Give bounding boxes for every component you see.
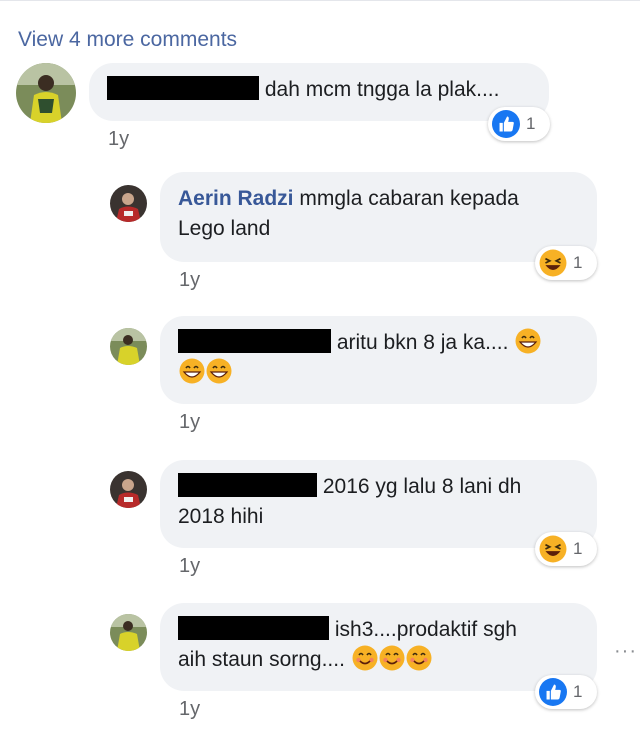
reply-bubble: ish3....prodaktif sgh aih staun sorng...… [160,603,597,691]
reaction-summary[interactable]: 1 [488,107,550,141]
reply-bubble: 2016 yg lalu 8 lani dh 2018 hihi [160,460,597,548]
comment-text: dah mcm tngga la plak.... [264,78,500,101]
avatar[interactable] [110,471,147,508]
reaction-summary[interactable]: 1 [535,675,597,709]
redacted-author-name [178,473,317,497]
comment-text: 2018 hihi [178,505,264,528]
avatar[interactable] [16,63,76,123]
redacted-author-name [178,616,329,640]
reaction-summary[interactable]: 1 [535,246,597,280]
comment-timestamp[interactable]: 1y [179,555,200,578]
comment-text: aih staun sorng.... [178,648,345,671]
smiling-emoji-icon [406,645,432,671]
avatar[interactable] [110,328,147,365]
grinning-emoji-icon [179,358,205,384]
avatar[interactable] [110,614,147,651]
comment-timestamp[interactable]: 1y [179,411,200,434]
smiling-emoji-icon [352,645,378,671]
like-icon [539,678,567,706]
comment-text: mmgla cabaran kepada [299,187,519,210]
comment-timestamp[interactable]: 1y [179,698,200,721]
reaction-count: 1 [573,682,583,701]
top-divider [0,0,640,1]
comment-timestamp[interactable]: 1y [108,128,129,151]
view-more-comments-link[interactable]: View 4 more comments [18,28,237,52]
comment-author-name[interactable]: Aerin Radzi [178,187,294,210]
reaction-count: 1 [573,253,583,272]
reply-bubble: aritu bkn 8 ja ka.... [160,316,597,404]
more-options-icon[interactable]: ··· [614,640,637,663]
reaction-summary[interactable]: 1 [535,532,597,566]
avatar[interactable] [110,185,147,222]
like-icon [492,110,520,138]
comment-timestamp[interactable]: 1y [179,269,200,292]
comment-text: ish3....prodaktif sgh [334,618,517,641]
reply-bubble: Aerin Radzi mmgla cabaran kepada Lego la… [160,172,597,262]
laughing-emoji-icon [539,249,567,277]
comment-text: 2016 yg lalu 8 lani dh [322,475,522,498]
grinning-emoji-icon [515,328,541,354]
reaction-count: 1 [526,114,536,133]
comment-bubble: dah mcm tngga la plak.... [89,63,549,121]
comment-text: aritu bkn 8 ja ka.... [336,331,509,354]
laughing-emoji-icon [539,535,567,563]
redacted-author-name [107,76,259,100]
comment-text: Lego land [178,217,271,240]
grinning-emoji-icon [206,358,232,384]
redacted-author-name [178,329,331,353]
smiling-emoji-icon [379,645,405,671]
reaction-count: 1 [573,539,583,558]
